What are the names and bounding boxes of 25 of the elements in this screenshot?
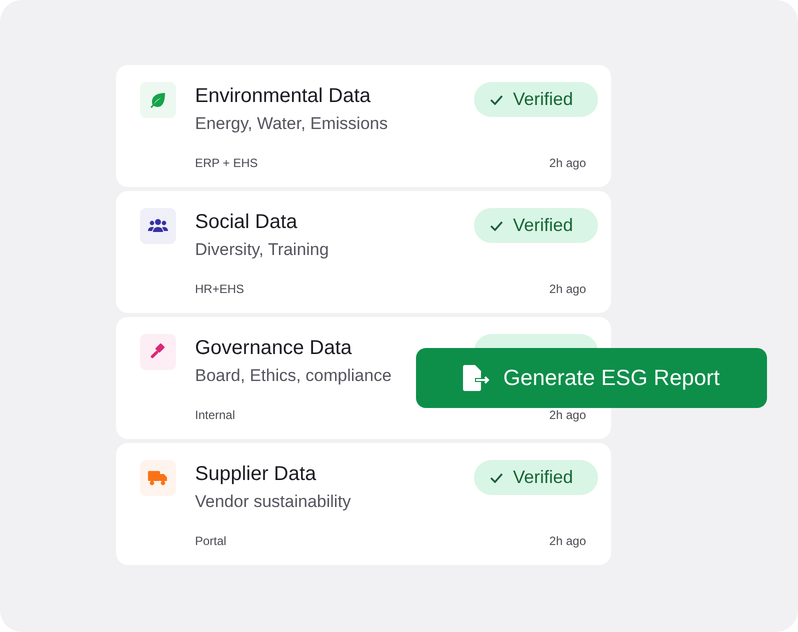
check-icon xyxy=(490,220,503,230)
card-title: Social Data xyxy=(195,210,298,235)
updated-time: 2h ago xyxy=(549,156,586,170)
card-subtitle: Diversity, Training xyxy=(195,239,330,261)
card-subtitle: Vendor sustainability xyxy=(195,491,352,513)
card-subtitle: Board, Ethics, compliance xyxy=(195,365,393,387)
verified-badge: Verified xyxy=(474,460,598,495)
file-export-icon xyxy=(463,365,492,391)
verified-badge: Verified xyxy=(474,208,598,243)
icon-background xyxy=(140,334,176,370)
card-title: Environmental Data xyxy=(195,84,372,109)
check-icon xyxy=(490,94,503,104)
card-subtitle: Energy, Water, Emissions xyxy=(195,113,389,135)
verified-badge: Verified xyxy=(474,82,598,117)
card-title: Governance Data xyxy=(195,336,353,361)
updated-time: 2h ago xyxy=(549,282,586,296)
source-system: HR+EHS xyxy=(195,282,244,296)
generate-report-button[interactable]: Generate ESG Report xyxy=(416,348,767,408)
card-title: Supplier Data xyxy=(195,462,318,487)
source-system: ERP + EHS xyxy=(195,156,258,170)
updated-time: 2h ago xyxy=(549,534,586,548)
check-icon xyxy=(490,472,503,482)
source-system: Internal xyxy=(195,408,236,422)
source-system: Portal xyxy=(195,534,226,548)
updated-time: 2h ago xyxy=(549,408,586,422)
